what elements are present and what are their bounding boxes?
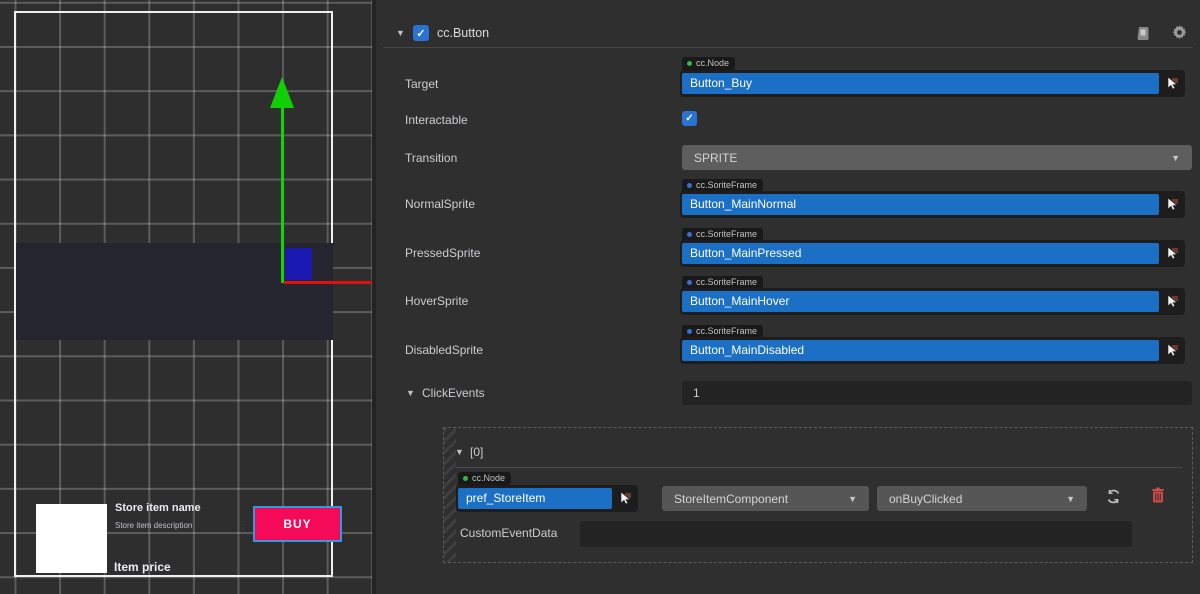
help-docs-icon[interactable] [1134, 25, 1152, 46]
normal-sprite-field[interactable]: Button_MainNormal [682, 194, 1159, 215]
event-node-type-tag: cc.Node [458, 472, 511, 485]
gizmo-y-axis-line[interactable] [281, 106, 284, 283]
sprite-frame-dot-icon [687, 329, 692, 334]
disabled-sprite-label: DisabledSprite [405, 343, 483, 357]
locate-asset-button[interactable] [1162, 340, 1183, 361]
delete-event-trash-icon[interactable] [1151, 487, 1165, 506]
node-type-dot-icon [463, 476, 468, 481]
locate-asset-button[interactable] [1162, 194, 1183, 215]
buy-button-node[interactable]: BUY [253, 506, 342, 542]
pressed-sprite-label: PressedSprite [405, 246, 480, 260]
dropdown-arrow-icon: ▼ [1066, 494, 1075, 504]
target-label: Target [405, 77, 438, 91]
locate-asset-button[interactable] [1162, 243, 1183, 264]
header-separator [383, 47, 1193, 48]
hover-sprite-field[interactable]: Button_MainHover [682, 291, 1159, 312]
refresh-event-icon[interactable] [1105, 488, 1122, 508]
store-item-detail-mark: : [242, 522, 244, 531]
inspector-panel: ▼ ✓ cc.Button Target cc.Node Button_Buy … [376, 0, 1200, 594]
dropdown-arrow-icon: ▼ [848, 494, 857, 504]
click-event-item-panel: ▼ [0] cc.Node pref_StoreItem StoreItemCo… [443, 427, 1193, 563]
dropdown-arrow-icon: ▼ [1171, 153, 1180, 163]
store-item-description-label: Store item description [115, 521, 192, 530]
interactable-checkbox[interactable]: ✓ [682, 111, 697, 126]
gizmo-y-axis-arrow-icon[interactable] [270, 77, 294, 108]
cocos-editor-window: Store item name Store item description :… [0, 0, 1200, 594]
event-component-dropdown[interactable]: StoreItemComponent ▼ [662, 486, 869, 511]
disabled-sprite-field[interactable]: Button_MainDisabled [682, 340, 1159, 361]
event-handler-dropdown[interactable]: onBuyClicked ▼ [877, 486, 1087, 511]
locate-node-button[interactable] [615, 488, 636, 509]
target-type-tag: cc.Node [682, 57, 735, 70]
locate-asset-button[interactable] [1162, 291, 1183, 312]
hover-sprite-label: HoverSprite [405, 294, 468, 308]
component-enabled-checkbox[interactable]: ✓ [413, 25, 429, 41]
store-item-price-label: Item price [114, 560, 171, 574]
gizmo-x-axis-line[interactable] [284, 281, 372, 284]
event-collapse-icon[interactable]: ▼ [455, 448, 464, 457]
event-target-node-field[interactable]: pref_StoreItem [458, 488, 612, 509]
transition-label: Transition [405, 151, 457, 165]
transition-dropdown[interactable]: SPRITE ▼ [682, 145, 1192, 170]
interactable-label: Interactable [405, 113, 468, 127]
event-separator [455, 467, 1182, 468]
store-item-thumbnail [36, 504, 107, 573]
sprite-frame-dot-icon [687, 232, 692, 237]
event-index-label: [0] [470, 445, 483, 459]
click-events-label: ClickEvents [422, 386, 485, 400]
node-type-dot-icon [687, 61, 692, 66]
gear-icon[interactable] [1171, 24, 1188, 44]
click-events-collapse-icon[interactable]: ▼ [406, 389, 415, 398]
scene-view[interactable]: Store item name Store item description :… [0, 0, 372, 594]
normal-sprite-label: NormalSprite [405, 197, 475, 211]
component-title: cc.Button [437, 26, 489, 40]
sprite-frame-dot-icon [687, 280, 692, 285]
component-collapse-icon[interactable]: ▼ [396, 29, 405, 38]
move-gizmo-rect-handle[interactable] [285, 248, 312, 280]
pressed-sprite-field[interactable]: Button_MainPressed [682, 243, 1159, 264]
click-events-count-input[interactable]: 1 [682, 381, 1192, 405]
custom-event-data-input[interactable] [580, 521, 1132, 547]
sprite-frame-dot-icon [687, 183, 692, 188]
store-item-name-label: Store item name [115, 502, 201, 514]
locate-node-button[interactable] [1162, 73, 1183, 94]
custom-event-data-label: CustomEventData [460, 526, 557, 540]
target-node-field[interactable]: Button_Buy [682, 73, 1159, 94]
